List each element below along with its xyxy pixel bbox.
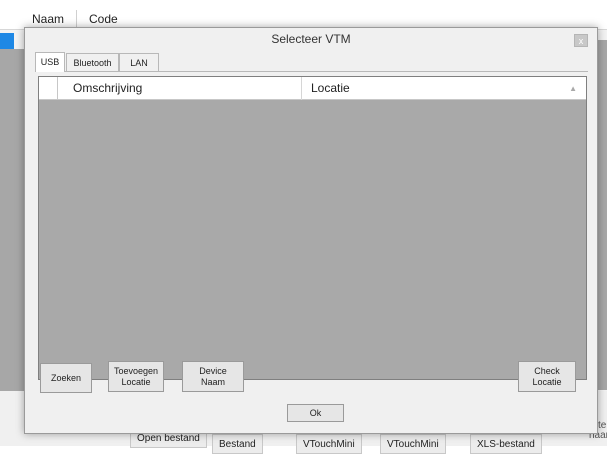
column-header-naam[interactable]: Naam (32, 12, 64, 26)
add-location-label-line1: Toevoegen (113, 365, 159, 376)
background-grid-area-right (597, 40, 607, 390)
close-icon[interactable]: x (574, 34, 588, 47)
add-location-label-line2: Locatie (121, 376, 151, 387)
row-header-cell (39, 77, 58, 100)
column-separator (301, 77, 302, 100)
dialog-titlebar[interactable]: Selecteer VTM x (25, 28, 597, 50)
vtouchmini-button-2[interactable]: VTouchMini (380, 434, 446, 454)
check-location-button[interactable]: Check Locatie (518, 361, 576, 392)
sort-up-icon[interactable]: ▲ (569, 84, 577, 93)
tab-divider (35, 71, 588, 72)
check-location-label-line1: Check (534, 365, 560, 376)
selected-row-indicator[interactable] (0, 33, 14, 49)
xls-file-button[interactable]: XLS-bestand (470, 434, 542, 454)
select-vtm-dialog: Selecteer VTM x USB Bluetooth LAN Omschr… (24, 27, 598, 434)
check-location-label-line2: Locatie (532, 376, 562, 387)
list-header: Omschrijving Locatie ▲ (39, 77, 586, 100)
tab-usb[interactable]: USB (35, 52, 65, 72)
column-header-code[interactable]: Code (89, 12, 118, 26)
add-location-button[interactable]: Toevoegen Locatie (108, 361, 164, 392)
device-name-label-line2: Naam (200, 376, 225, 387)
background-grid-header: Naam Code (0, 0, 607, 30)
device-list[interactable]: Omschrijving Locatie ▲ (38, 76, 587, 380)
ok-button-label: Ok (309, 407, 322, 418)
background-grid-area (0, 49, 24, 391)
device-name-label-line1: Device (199, 365, 227, 376)
ok-button[interactable]: Ok (287, 404, 344, 422)
vtouchmini-button-1[interactable]: VTouchMini (296, 434, 362, 454)
column-separator (76, 10, 77, 28)
search-button[interactable]: Zoeken (40, 363, 92, 393)
file-button[interactable]: Bestand (212, 434, 263, 454)
column-header-location[interactable]: Locatie (311, 81, 350, 95)
dialog-title: Selecteer VTM (271, 32, 351, 46)
device-name-button[interactable]: Device Naam (182, 361, 244, 392)
tab-lan[interactable]: LAN (119, 53, 159, 71)
tab-bluetooth[interactable]: Bluetooth (66, 53, 119, 71)
search-button-label: Zoeken (50, 372, 82, 383)
column-header-description[interactable]: Omschrijving (73, 81, 142, 95)
